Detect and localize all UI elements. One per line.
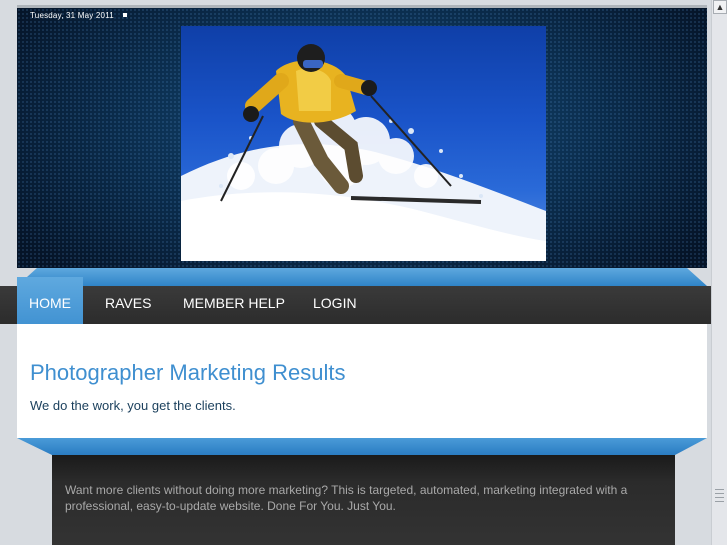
page-title: Photographer Marketing Results [30, 360, 346, 385]
page-scrollbar[interactable]: ▲ [711, 0, 727, 545]
nav-top-band [17, 268, 707, 286]
header-date: Tuesday, 31 May 2011 [30, 11, 114, 20]
nav-item-login[interactable]: LOGIN [313, 286, 357, 324]
skier-illustration [181, 44, 546, 261]
hero-photo-skier [181, 26, 546, 261]
intro-panel: Photographer Marketing Results We do the… [17, 324, 707, 438]
content-text: Want more clients without doing more mar… [65, 483, 628, 513]
nav-band-wedge-right [687, 268, 707, 286]
header-banner: Tuesday, 31 May 2011 [17, 8, 707, 268]
page: Tuesday, 31 May 2011 HOME RAVES MEMBER H… [0, 0, 727, 545]
intro-band-wedge-left [17, 438, 52, 455]
chevron-up-icon[interactable]: ▲ [713, 0, 727, 14]
date-bullet-icon [123, 13, 127, 17]
scroll-thumb[interactable] [714, 486, 725, 506]
intro-bottom-band [17, 438, 707, 455]
nav-item-raves[interactable]: RAVES [105, 286, 151, 324]
content-panel: Want more clients without doing more mar… [52, 455, 675, 545]
nav-item-member-help[interactable]: MEMBER HELP [183, 286, 285, 324]
intro-band-wedge-right [675, 438, 707, 455]
page-subtitle: We do the work, you get the clients. [30, 398, 236, 413]
